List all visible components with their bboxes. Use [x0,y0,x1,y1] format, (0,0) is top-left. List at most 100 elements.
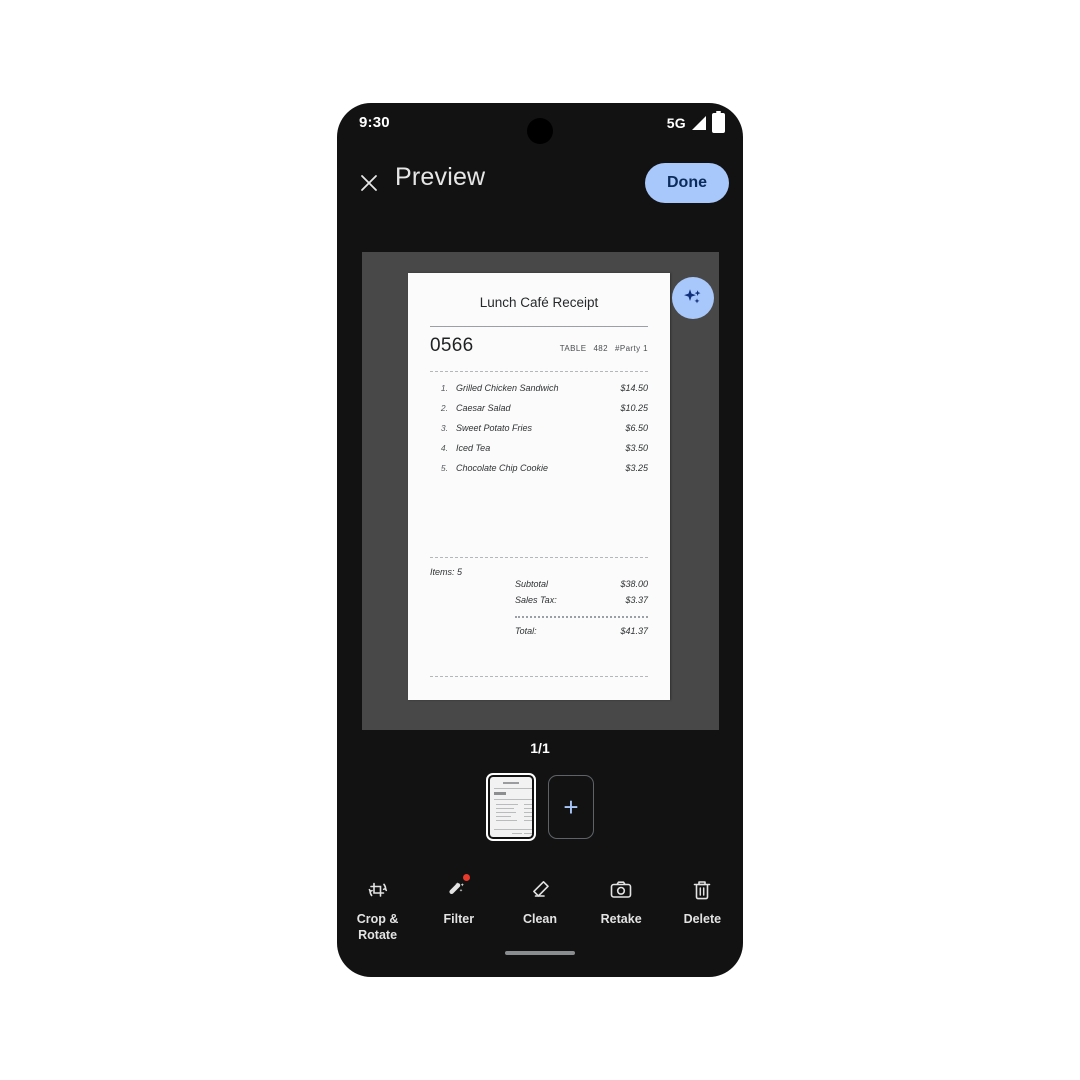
item-name: Sweet Potato Fries [456,423,533,433]
order-meta-table-number: 482 [593,344,608,353]
sales-tax-label: Sales Tax: [515,595,557,605]
sales-tax-row: Sales Tax: $3.37 [515,595,648,611]
item-index: 2. [440,403,448,413]
tool-label-retake: Retake [600,912,642,926]
plus-icon: + [563,792,579,822]
item-index: 3. [440,423,448,433]
document-viewer[interactable]: Lunch Café Receipt 0566 TABLE 482 #Party… [362,252,719,730]
subtotal-row: Subtotal $38.00 [515,579,648,595]
status-indicators: 5G [666,111,725,133]
tool-crop-rotate[interactable]: Crop & Rotate [340,875,416,943]
item-name: Caesar Salad [456,403,511,413]
item-name: Grilled Chicken Sandwich [456,383,559,393]
item-index: 1. [440,383,448,393]
thumb-line [494,829,532,830]
done-button[interactable]: Done [645,163,729,203]
thumb-line [496,812,516,813]
thumb-line [524,808,532,809]
receipt-item-row: 1. Grilled Chicken Sandwich $14.50 [430,383,648,403]
item-name: Iced Tea [456,443,491,453]
thumbnail-strip: + [337,771,743,843]
item-index: 5. [440,463,448,473]
thumb-line [494,792,506,795]
thumb-line [496,804,518,805]
phone-frame: 9:30 5G Preview Done Lunch Café Receipt … [337,103,743,977]
divider-dashed-bottom [430,676,648,677]
receipt-item-row: 3. Sweet Potato Fries $6.50 [430,423,648,443]
order-number: 0566 [430,335,474,356]
item-price: $3.50 [625,443,648,453]
totals-block: Subtotal $38.00 Sales Tax: $3.37 [515,579,648,611]
thumbnail-preview [490,777,532,837]
front-camera-punch-hole-icon [527,118,553,144]
order-meta-table-label: TABLE [559,344,587,353]
battery-full-icon [712,111,725,133]
subtotal-value: $38.00 [620,579,648,589]
receipt-item-row: 4. Iced Tea $3.50 [430,443,648,463]
item-price: $14.50 [620,383,648,393]
close-x-icon[interactable] [355,169,383,197]
sparkle-magic-icon [684,289,701,304]
thumb-line [512,833,522,834]
item-price: $10.25 [620,403,648,413]
tool-label-crop-rotate: Crop & Rotate [356,912,399,942]
receipt-item-row: 5. Chocolate Chip Cookie $3.25 [430,463,648,483]
page-title: Preview [395,163,486,191]
item-name: Chocolate Chip Cookie [456,463,549,473]
thumb-line [524,820,532,821]
scanned-document-page[interactable]: Lunch Café Receipt 0566 TABLE 482 #Party… [408,273,670,700]
eraser-clean-icon [527,875,553,905]
thumb-line [524,812,532,813]
network-label: 5G [666,115,686,131]
thumb-line [496,816,511,817]
tool-retake[interactable]: Retake [583,875,659,928]
thumb-line [494,799,532,800]
thumb-line [524,816,532,817]
status-bar: 9:30 5G [337,103,743,151]
receipt-item-row: 2. Caesar Salad $10.25 [430,403,648,423]
divider-dotted-total [515,616,648,618]
tool-delete[interactable]: Delete [664,875,740,928]
thumb-line [524,833,532,834]
divider-dashed-summary [430,557,648,558]
signal-bars-icon [692,115,706,130]
item-price: $6.50 [625,423,648,433]
thumb-line [524,804,532,805]
order-meta-party: #Party 1 [615,344,648,353]
thumb-title-line [502,782,520,784]
edit-toolbar: Crop & Rotate Filter Clean Retake Delete [337,867,743,963]
receipt-items-list: 1. Grilled Chicken Sandwich $14.50 2. Ca… [430,383,648,483]
receipt-title: Lunch Café Receipt [479,295,599,310]
subtotal-label: Subtotal [515,579,549,589]
thumb-line [496,820,517,821]
items-count: Items: 5 [430,567,463,577]
tool-label-clean: Clean [522,912,557,926]
order-meta: TABLE 482 #Party 1 [560,344,648,353]
crop-rotate-icon [365,875,391,905]
status-time: 9:30 [359,114,390,131]
thumb-line [496,808,514,809]
tool-clean[interactable]: Clean [502,875,578,928]
sales-tax-value: $3.37 [625,595,648,605]
tool-label-filter: Filter [443,912,475,926]
page-1-thumbnail[interactable] [486,773,536,841]
item-price: $3.25 [625,463,648,473]
add-page-button[interactable]: + [548,775,594,839]
app-bar: Preview Done [337,151,743,213]
grand-total-label: Total: [515,626,537,636]
magic-wand-filter-icon [446,874,472,905]
grand-total-row: Total: $41.37 [515,626,648,636]
trash-delete-icon [689,875,715,905]
item-index: 4. [440,443,448,453]
gesture-nav-handle[interactable] [505,951,575,955]
filter-notification-badge [462,874,470,881]
divider-dashed-top [430,371,648,372]
title-rule [430,326,648,327]
grand-total-value: $41.37 [620,626,648,636]
tool-filter[interactable]: Filter [421,874,497,928]
enhance-sparkle-button[interactable] [672,277,714,319]
camera-retake-icon [608,875,634,905]
thumb-line [494,788,532,789]
tool-label-delete: Delete [683,912,722,926]
page-indicator: 1/1 [530,740,550,756]
